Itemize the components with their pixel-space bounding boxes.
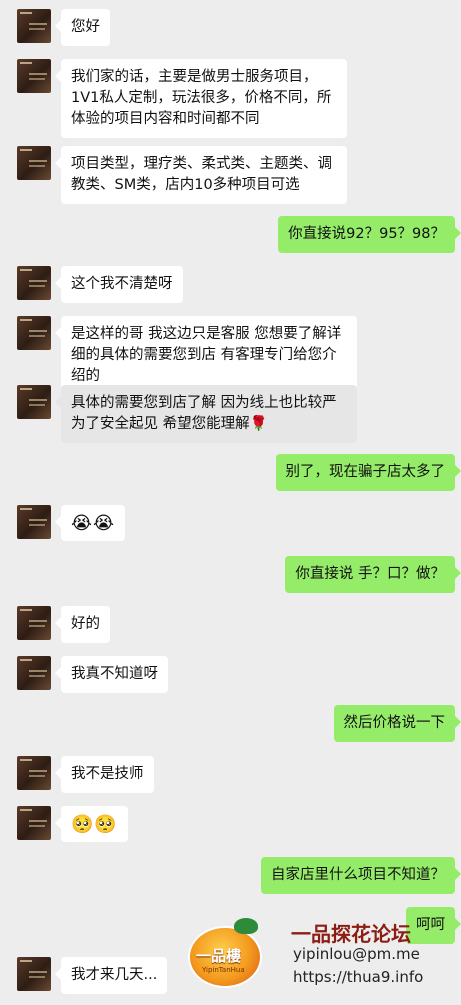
contact-avatar[interactable]: [17, 806, 51, 840]
received-message[interactable]: 具体的需要您到店了解 因为线上也比较严 为了安全起见 希望您能理解🌹: [55, 385, 357, 443]
contact-avatar[interactable]: [17, 656, 51, 690]
contact-avatar[interactable]: [17, 146, 51, 180]
received-message[interactable]: 😭😭: [54, 505, 126, 541]
received-message[interactable]: 项目类型，理疗类、柔式类、主题类、调教类、SM类，店内10多种项目可选: [55, 146, 347, 204]
contact-avatar[interactable]: [17, 59, 51, 93]
contact-avatar[interactable]: [17, 316, 51, 350]
contact-avatar[interactable]: [17, 957, 51, 991]
watermark-title: 一品探花论坛: [291, 922, 411, 946]
contact-avatar[interactable]: [17, 606, 51, 640]
contact-avatar[interactable]: [17, 266, 51, 300]
received-message[interactable]: 我们家的话，主要是做男士服务项目，1V1私人定制，玩法很多，价格不同，所体验的项…: [55, 59, 347, 138]
logo-text: 一品樓: [196, 947, 242, 965]
received-message[interactable]: 这个我不清楚呀: [55, 266, 183, 303]
logo-subtext: YipinTanHua: [202, 966, 245, 974]
sent-message[interactable]: 你直接说 手？口？做？: [285, 556, 461, 593]
sent-message[interactable]: 自家店里什么项目不知道？: [261, 857, 461, 894]
sent-message[interactable]: 别了，现在骗子店太多了: [275, 454, 461, 491]
received-message[interactable]: 好的: [55, 606, 110, 643]
contact-avatar[interactable]: [17, 385, 51, 419]
received-message[interactable]: 🥺🥺: [55, 806, 128, 842]
forum-logo: 一品樓 YipinTanHua: [190, 928, 260, 986]
leaf-icon: [234, 918, 258, 934]
received-message[interactable]: 我不是技师: [55, 756, 154, 793]
sent-message[interactable]: 你直接说92？95？98？: [278, 216, 461, 253]
watermark-url: https://thua9.info: [293, 968, 424, 986]
received-message[interactable]: 是这样的哥 我这边只是客服 您想要了解详细的具体的需要您到店 有客理专门给您介绍…: [55, 316, 357, 395]
watermark-email: yipinlou@pm.me: [293, 945, 420, 963]
received-message[interactable]: 我才来几天...: [54, 957, 168, 994]
sent-message[interactable]: 然后价格说一下: [333, 705, 461, 742]
received-message[interactable]: 您好: [55, 9, 110, 46]
contact-avatar[interactable]: [17, 9, 51, 43]
watermark: 一品樓 YipinTanHua 一品探花论坛 yipinlou@pm.me ht…: [188, 918, 458, 998]
received-message[interactable]: 我真不知道呀: [55, 656, 168, 693]
contact-avatar[interactable]: [17, 505, 51, 539]
contact-avatar[interactable]: [17, 756, 51, 790]
